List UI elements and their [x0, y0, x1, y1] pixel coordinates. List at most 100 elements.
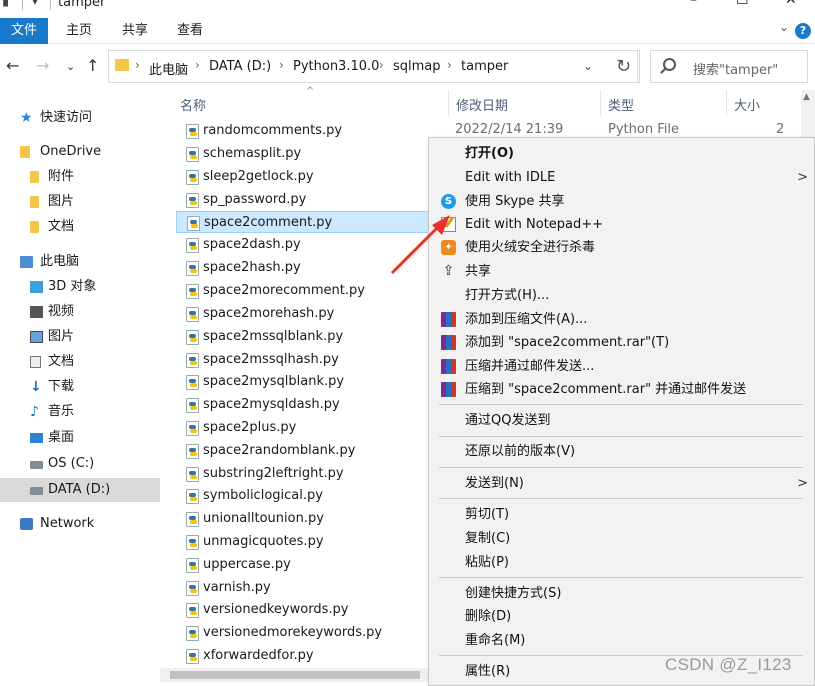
menu-item-skype-share[interactable]: S 使用 Skype 共享 [429, 190, 814, 213]
search-input[interactable]: 搜索"tamper" [650, 50, 808, 83]
breadcrumb-python[interactable]: Python3.10.0 [293, 59, 379, 74]
file-row[interactable]: symboliclogical.py [176, 485, 446, 507]
file-row[interactable]: uppercase.py [176, 554, 446, 576]
maximize-button[interactable]: ☐ [736, 0, 749, 8]
file-row[interactable]: space2mysqldash.py [176, 394, 446, 416]
file-row[interactable]: substring2leftright.py [176, 463, 446, 485]
file-row[interactable]: space2morecomment.py [176, 280, 446, 302]
sidebar-item-desktop[interactable]: 桌面 [0, 426, 160, 450]
tab-home[interactable]: 主页 [66, 18, 92, 44]
quick-access-dropdown-icon[interactable]: ▾ [32, 0, 38, 8]
menu-item-huorong-scan[interactable]: ✦ 使用火绒安全进行杀毒 [429, 236, 814, 259]
breadcrumb-sqlmap[interactable]: sqlmap [393, 59, 441, 74]
menu-item-restore-versions[interactable]: 还原以前的版本(V) [429, 440, 814, 463]
column-type[interactable]: 类型 [608, 95, 634, 114]
chevron-right-icon[interactable]: › [379, 58, 384, 72]
file-row[interactable]: unionalltounion.py [176, 508, 446, 530]
file-row[interactable]: versionedkeywords.py [176, 599, 446, 621]
file-row[interactable]: space2mysqlblank.py [176, 371, 446, 393]
menu-item-compress-email[interactable]: 压缩并通过邮件发送... [429, 355, 814, 378]
recent-locations-icon[interactable]: ⌄ [66, 60, 75, 73]
menu-item-cut[interactable]: 剪切(T) [429, 503, 814, 526]
file-row[interactable]: space2randomblank.py [176, 440, 446, 462]
sidebar-item-pictures[interactable]: 图片 [0, 190, 160, 214]
scrollbar-thumb[interactable] [170, 671, 420, 679]
column-divider[interactable] [448, 90, 449, 116]
menu-item-copy[interactable]: 复制(C) [429, 527, 814, 550]
file-row[interactable]: space2morehash.py [176, 303, 446, 325]
column-divider[interactable] [600, 90, 601, 116]
menu-item-add-archive[interactable]: 添加到压缩文件(A)... [429, 308, 814, 331]
forward-arrow-icon[interactable]: → [36, 56, 49, 75]
sidebar-item-data-d[interactable]: DATA (D:) [0, 478, 160, 502]
column-name[interactable]: 名称 [180, 95, 206, 114]
scroll-up-icon[interactable]: ▲ [803, 92, 810, 102]
minimize-button[interactable]: – [690, 0, 697, 8]
file-row[interactable]: space2mssqlhash.py [176, 349, 446, 371]
chevron-right-icon[interactable]: › [135, 58, 140, 72]
star-icon: ★ [20, 110, 33, 126]
close-button[interactable]: ✕ [785, 0, 797, 8]
file-row[interactable]: randomcomments.py [176, 120, 446, 142]
back-arrow-icon[interactable]: ← [6, 56, 19, 75]
sidebar-item-attachments[interactable]: 附件 [0, 165, 160, 189]
sidebar-item-label: Network [40, 516, 95, 531]
menu-item-share[interactable]: ⇪ 共享 [429, 260, 814, 283]
address-bar[interactable]: › 此电脑 › DATA (D:) › Python3.10.0 › sqlma… [108, 50, 638, 83]
quick-access-folder-icon[interactable]: ▮ [2, 0, 9, 9]
python-file-icon [186, 261, 199, 276]
download-icon: ↓ [30, 379, 42, 395]
sidebar-item-onedrive[interactable]: OneDrive [0, 140, 160, 164]
menu-item-create-shortcut[interactable]: 创建快捷方式(S) [429, 582, 814, 605]
file-row[interactable]: schemasplit.py [176, 143, 446, 165]
tab-share[interactable]: 共享 [122, 18, 148, 44]
file-row[interactable]: space2mssqlblank.py [176, 326, 446, 348]
file-row[interactable]: xforwardedfor.py [176, 645, 446, 667]
menu-item-delete[interactable]: 删除(D) [429, 605, 814, 628]
file-row[interactable]: sleep2getlock.py [176, 166, 446, 188]
menu-item-compress-rar-email[interactable]: 压缩到 "space2comment.rar" 并通过邮件发送 [429, 378, 814, 401]
column-divider[interactable] [726, 90, 727, 116]
breadcrumb-data-drive[interactable]: DATA (D:) [209, 59, 271, 74]
refresh-button[interactable]: ↻ [608, 50, 640, 83]
file-row[interactable]: varnish.py [176, 577, 446, 599]
menu-item-edit-notepadpp[interactable]: Edit with Notepad++ [429, 213, 814, 236]
sidebar-item-pc-pictures[interactable]: 图片 [0, 325, 160, 349]
menu-item-paste[interactable]: 粘贴(P) [429, 551, 814, 574]
chevron-right-icon[interactable]: › [195, 58, 200, 72]
menu-item-add-rar[interactable]: 添加到 "space2comment.rar"(T) [429, 331, 814, 354]
sidebar-item-videos[interactable]: 视频 [0, 300, 160, 324]
menu-item-edit-idle[interactable]: Edit with IDLE > [429, 166, 814, 189]
chevron-right-icon[interactable]: › [279, 58, 284, 72]
menu-item-send-to[interactable]: 发送到(N) > [429, 472, 814, 495]
breadcrumb-this-pc[interactable]: 此电脑 [149, 59, 188, 78]
column-modified[interactable]: 修改日期 [456, 95, 508, 114]
column-size[interactable]: 大小 [734, 95, 760, 114]
sidebar-item-documents[interactable]: 文档 [0, 215, 160, 239]
file-row[interactable]: unmagicquotes.py [176, 531, 446, 553]
sidebar-item-pc-documents[interactable]: 文档 [0, 350, 160, 374]
sidebar-item-music[interactable]: ♪ 音乐 [0, 400, 160, 424]
expand-ribbon-icon[interactable]: ⌄ [779, 20, 789, 34]
sidebar-item-3d-objects[interactable]: 3D 对象 [0, 275, 160, 299]
sidebar-item-downloads[interactable]: ↓ 下载 [0, 375, 160, 399]
chevron-right-icon[interactable]: › [447, 58, 452, 72]
address-dropdown-icon[interactable]: ⌄ [583, 59, 593, 73]
up-arrow-icon[interactable]: ↑ [86, 56, 99, 75]
sidebar-item-this-pc[interactable]: 此电脑 [0, 250, 160, 274]
help-icon[interactable]: ? [795, 23, 811, 39]
sidebar-item-os-c[interactable]: OS (C:) [0, 452, 160, 476]
tab-view[interactable]: 查看 [177, 18, 203, 44]
sidebar-item-network[interactable]: Network [0, 512, 160, 536]
horizontal-scrollbar[interactable] [160, 668, 430, 682]
file-row[interactable]: versionedmorekeywords.py [176, 622, 446, 644]
breadcrumb-tamper[interactable]: tamper [461, 59, 508, 74]
file-row[interactable]: space2plus.py [176, 417, 446, 439]
tab-file[interactable]: 文件 [0, 18, 48, 44]
menu-item-send-qq[interactable]: 通过QQ发送到 [429, 409, 814, 432]
menu-item-rename[interactable]: 重命名(M) [429, 629, 814, 652]
file-row[interactable]: sp_password.py [176, 189, 446, 211]
menu-item-open[interactable]: 打开(O) [429, 142, 814, 165]
menu-item-open-with[interactable]: 打开方式(H)... [429, 284, 814, 307]
sidebar-item-quick-access[interactable]: ★ 快速访问 [0, 106, 160, 130]
